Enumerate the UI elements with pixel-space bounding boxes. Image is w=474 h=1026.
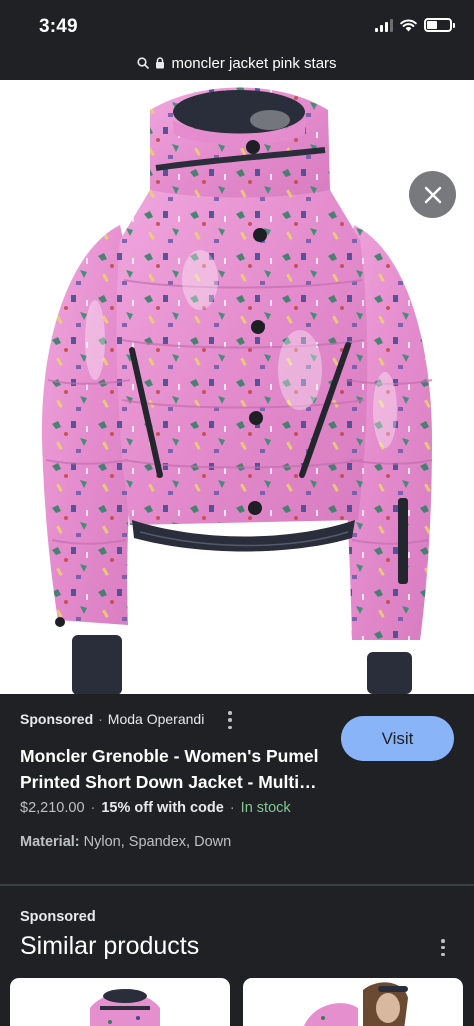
close-button[interactable]	[409, 171, 456, 218]
material-line: Material: Nylon, Spandex, Down	[20, 834, 231, 850]
stock-status: In stock	[240, 800, 291, 816]
status-icons	[375, 18, 455, 32]
jacket-image	[41, 87, 433, 694]
offer-text: 15% off with code	[101, 800, 224, 816]
similar-products-title: Similar products	[20, 932, 200, 960]
material-label: Material:	[20, 834, 80, 850]
similar-product-card[interactable]	[10, 978, 230, 1026]
search-icon	[137, 57, 150, 69]
separator-dot: ·	[229, 800, 235, 816]
cellular-signal-icon	[375, 18, 393, 32]
similar-products-section: Sponsored Similar products	[0, 886, 474, 1026]
separator-dot: ·	[90, 800, 96, 816]
sponsored-label: Sponsored	[20, 711, 94, 727]
product-image-viewer[interactable]	[0, 80, 474, 694]
similar-sponsored-label: Sponsored	[20, 909, 96, 925]
product-card: Sponsored · Moda Operandi Visit Moncler …	[0, 694, 474, 884]
similar-product-card[interactable]	[243, 978, 463, 1026]
price-line: $2,210.00 · 15% off with code · In stock	[20, 800, 291, 816]
material-value: Nylon, Spandex, Down	[83, 834, 232, 850]
status-bar: 3:49	[0, 0, 474, 46]
url-bar[interactable]: moncler jacket pink stars	[0, 46, 474, 80]
close-icon	[424, 186, 441, 203]
merchant-name[interactable]: Moda Operandi	[108, 711, 205, 727]
wifi-icon	[400, 18, 417, 31]
product-price: $2,210.00	[20, 800, 85, 816]
separator-dot: ·	[98, 711, 103, 727]
visit-button[interactable]: Visit	[341, 716, 454, 761]
more-vert-icon[interactable]	[440, 939, 446, 956]
url-text: moncler jacket pink stars	[171, 54, 337, 72]
battery-level	[427, 21, 437, 29]
battery-icon	[424, 18, 455, 32]
similar-product-image	[304, 982, 408, 1026]
lock-icon	[156, 57, 165, 69]
similar-product-image	[90, 989, 160, 1026]
more-vert-icon[interactable]	[226, 711, 234, 729]
sponsor-line: Sponsored · Moda Operandi	[20, 711, 204, 727]
product-title[interactable]: Moncler Grenoble - Women's Pumel Printed…	[20, 743, 335, 795]
status-time: 3:49	[39, 16, 78, 37]
